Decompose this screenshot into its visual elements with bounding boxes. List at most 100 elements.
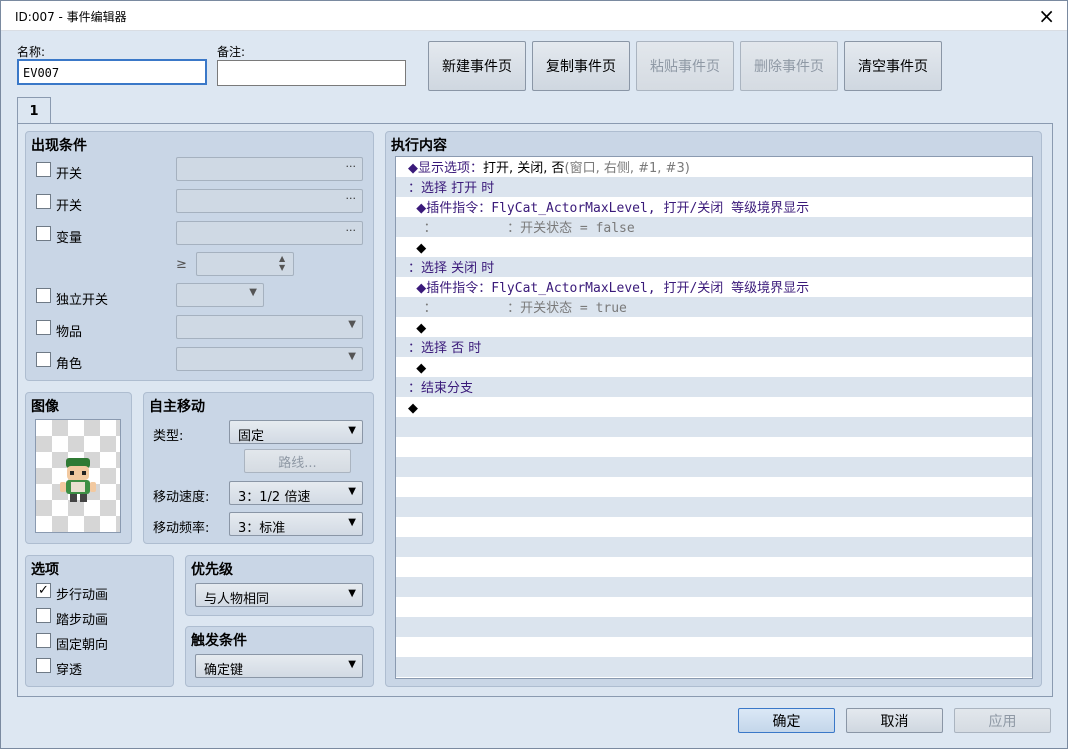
chevron-down-icon: ▼ [348, 425, 356, 436]
freq-value: 3：标准 [238, 521, 286, 536]
self-switch-select[interactable]: ▼ [176, 283, 264, 307]
chevron-down-icon: ▼ [348, 659, 356, 670]
type-select[interactable]: 固定 ▼ [229, 420, 363, 444]
note-input[interactable] [217, 60, 406, 86]
speed-label: 移动速度: [153, 490, 210, 505]
list-item[interactable]: ：选择 否 时 [408, 339, 1032, 359]
type-label: 类型: [153, 429, 184, 444]
name-label: 名称: [17, 45, 46, 59]
dirfix-label: 固定朝向 [56, 638, 109, 653]
event-editor-window: ID:007 - 事件编辑器 × 名称: EV007 备注: 新建事件页 复制事… [0, 0, 1068, 749]
type-value: 固定 [238, 429, 265, 444]
chevron-down-icon: ▼ [348, 588, 356, 599]
name-input[interactable]: EV007 [17, 59, 207, 85]
list-item[interactable]: ◆显示选项：打开, 关闭, 否(窗口, 右侧, #1, #3) [408, 159, 1032, 179]
command-text: ◆插件指令： [408, 201, 492, 216]
spin-icon[interactable]: ▲▼ [279, 254, 287, 272]
list-item[interactable]: ： ：开关状态 = false [408, 219, 1032, 239]
clear-page-button[interactable]: 清空事件页 [844, 41, 942, 91]
copy-page-button[interactable]: 复制事件页 [532, 41, 630, 91]
window-title: ID:007 - 事件编辑器 [15, 10, 127, 24]
character-sprite-icon [60, 458, 96, 502]
conditions-title: 出现条件 [31, 138, 87, 154]
command-args: FlyCat_ActorMaxLevel, 打开/关闭 等级境界显示 [491, 201, 810, 216]
step-label: 踏步动画 [56, 613, 109, 628]
switch2-checkbox[interactable] [36, 194, 51, 209]
variable-label: 变量 [56, 231, 83, 246]
speed-select[interactable]: 3：1/2 倍速 ▼ [229, 481, 363, 505]
item-checkbox[interactable] [36, 320, 51, 335]
item-label: 物品 [56, 325, 83, 340]
actor-select[interactable]: ▼ [176, 347, 363, 371]
title-bar: ID:007 - 事件编辑器 × [1, 1, 1067, 31]
through-label: 穿透 [56, 663, 83, 678]
tab-page-1[interactable]: 1 [17, 97, 51, 125]
list-item[interactable]: ◆插件指令：FlyCat_ActorMaxLevel, 打开/关闭 等级境界显示 [408, 199, 1032, 219]
step-checkbox[interactable] [36, 608, 51, 623]
freq-select[interactable]: 3：标准 ▼ [229, 512, 363, 536]
switch2-label: 开关 [56, 199, 83, 214]
trigger-value: 确定键 [204, 663, 244, 678]
command-args: FlyCat_ActorMaxLevel, 打开/关闭 等级境界显示 [491, 281, 810, 296]
command-text: ◆插件指令： [408, 281, 492, 296]
walk-checkbox[interactable]: ✓ [36, 583, 51, 598]
variable-field[interactable]: ··· [176, 221, 363, 245]
switch2-field[interactable]: ··· [176, 189, 363, 213]
chevron-down-icon: ▼ [348, 486, 356, 497]
options-title: 选项 [31, 562, 59, 578]
paste-page-button[interactable]: 粘贴事件页 [636, 41, 734, 91]
new-page-button[interactable]: 新建事件页 [428, 41, 526, 91]
self-switch-label: 独立开关 [56, 293, 109, 308]
chevron-down-icon: ▼ [348, 351, 356, 362]
list-item[interactable]: ◆ [408, 399, 1032, 419]
ellipsis-icon: ··· [345, 224, 357, 237]
dirfix-checkbox[interactable] [36, 633, 51, 648]
apply-button[interactable]: 应用 [954, 708, 1051, 733]
actor-checkbox[interactable] [36, 352, 51, 367]
switch1-label: 开关 [56, 167, 83, 182]
note-label: 备注: [217, 45, 246, 59]
walk-label: 步行动画 [56, 588, 109, 603]
list-item[interactable]: ：选择 关闭 时 [408, 259, 1032, 279]
command-list[interactable]: ◆显示选项：打开, 关闭, 否(窗口, 右侧, #1, #3) ：选择 打开 时… [395, 156, 1033, 679]
image-title: 图像 [31, 399, 59, 415]
route-button[interactable]: 路线... [244, 449, 351, 473]
delete-page-button[interactable]: 删除事件页 [740, 41, 838, 91]
close-icon[interactable]: × [1038, 4, 1055, 28]
list-item[interactable]: ◆插件指令：FlyCat_ActorMaxLevel, 打开/关闭 等级境界显示 [408, 279, 1032, 299]
command-note: (窗口, 右侧, #1, #3) [564, 161, 690, 176]
list-item[interactable]: ：选择 打开 时 [408, 179, 1032, 199]
variable-checkbox[interactable] [36, 226, 51, 241]
ellipsis-icon: ··· [345, 192, 357, 205]
list-item[interactable]: ◆ [408, 239, 1032, 259]
chevron-down-icon: ▼ [348, 517, 356, 528]
variable-value-spinner[interactable]: ▲▼ [196, 252, 294, 276]
switch1-field[interactable]: ··· [176, 157, 363, 181]
cancel-button[interactable]: 取消 [846, 708, 943, 733]
list-item[interactable]: ： ：开关状态 = true [408, 299, 1032, 319]
character-image-preview[interactable] [35, 419, 121, 533]
command-text: ◆显示选项： [408, 161, 483, 176]
chevron-down-icon: ▼ [348, 319, 356, 330]
ellipsis-icon: ··· [345, 160, 357, 173]
priority-title: 优先级 [191, 562, 233, 578]
switch1-checkbox[interactable] [36, 162, 51, 177]
trigger-select[interactable]: 确定键 ▼ [195, 654, 363, 678]
autonomous-title: 自主移动 [149, 399, 205, 415]
speed-value: 3：1/2 倍速 [238, 490, 311, 505]
list-item[interactable]: ◆ [408, 319, 1032, 339]
actor-label: 角色 [56, 357, 83, 372]
gte-symbol: ≥ [176, 257, 187, 272]
command-args: 打开, 关闭, 否 [483, 161, 565, 176]
ok-button[interactable]: 确定 [738, 708, 835, 733]
contents-title: 执行内容 [391, 138, 447, 154]
chevron-down-icon: ▼ [249, 287, 257, 298]
trigger-title: 触发条件 [191, 633, 247, 649]
item-select[interactable]: ▼ [176, 315, 363, 339]
priority-value: 与人物相同 [204, 592, 270, 607]
list-item[interactable]: ◆ [408, 359, 1032, 379]
through-checkbox[interactable] [36, 658, 51, 673]
self-switch-checkbox[interactable] [36, 288, 51, 303]
priority-select[interactable]: 与人物相同 ▼ [195, 583, 363, 607]
list-item[interactable]: ：结束分支 [408, 379, 1032, 399]
